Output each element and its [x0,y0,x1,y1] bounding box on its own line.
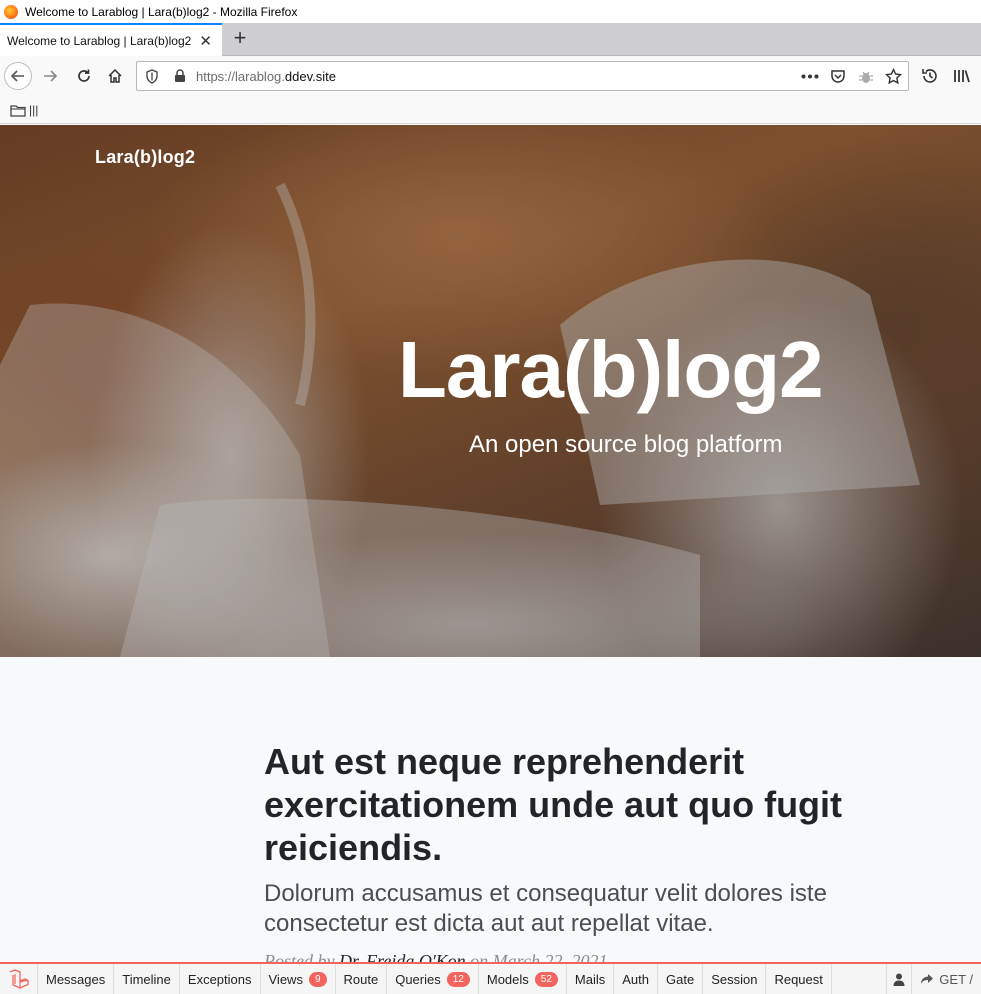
bug-icon[interactable] [858,69,874,85]
hero-title: Lara(b)log2 [398,325,824,414]
forward-button[interactable] [36,62,64,90]
back-button[interactable] [4,62,32,90]
debugbar-right: GET / [886,964,981,994]
tab-strip: Welcome to Larablog | Lara(b)log2 ✕ + [0,23,981,56]
debugbar-tab-label: Request [774,971,823,987]
debugbar-tab-queries[interactable]: Queries 12 [387,964,479,994]
reload-icon [78,69,90,82]
url-prefix: https://larablog. [196,69,285,84]
debugbar-tab-label: Messages [46,971,106,987]
debugbar-tab-label: Route [343,971,379,987]
url-text: https://larablog.ddev.site [196,69,336,84]
post-preview: Aut est neque reprehenderit exercitation… [264,740,934,972]
shield-icon[interactable] [145,69,159,84]
library-icon [954,70,970,83]
close-tab-icon[interactable]: ✕ [199,32,212,50]
active-tab[interactable]: Welcome to Larablog | Lara(b)log2 ✕ [0,23,222,56]
pocket-icon[interactable] [830,69,846,84]
share-arrow-icon [921,974,934,984]
hero-subtitle: An open source blog platform [469,431,783,458]
user-icon[interactable] [886,964,913,994]
count-badge: 52 [534,971,558,987]
new-tab-button[interactable]: + [229,27,251,51]
debugbar-tab-label: Auth [622,971,650,987]
debugbar-tab-exceptions[interactable]: Exceptions [180,964,261,994]
debugbar-tab-label: Models [486,971,529,987]
address-bar[interactable]: https://larablog.ddev.site [136,61,909,91]
laravel-debugbar: Messages Timeline Exceptions Views 9 Rout… [0,962,981,994]
history-icon [922,69,937,83]
laravel-logo-icon[interactable] [0,964,38,994]
debugbar-tab-views[interactable]: Views 9 [261,964,336,994]
window-titlebar: Welcome to Larablog | Lara(b)log2 - Mozi… [0,0,981,23]
debugbar-tab-route[interactable]: Route [336,964,388,994]
debugbar-tab-request[interactable]: Request [766,964,832,994]
arrow-left-icon [10,70,24,82]
debugbar-tab-label: Views [268,971,303,987]
folder-icon[interactable] [10,104,26,117]
firefox-logo-icon [4,4,18,19]
post-subtitle[interactable]: Dolorum accusamus et consequatur velit d… [264,879,934,939]
navigation-toolbar: https://larablog.ddev.site [0,56,981,96]
lock-icon[interactable] [174,69,186,83]
bookmarks-toolbar: ||| [0,96,981,124]
request-method[interactable]: GET / [912,964,981,994]
debugbar-tab-label: Session [711,971,758,987]
star-icon[interactable] [885,68,902,85]
library-button[interactable] [948,62,976,90]
debugbar-tab-gate[interactable]: Gate [658,964,704,994]
count-badge: 9 [308,971,327,987]
reload-button[interactable] [70,62,98,90]
request-method-label: GET / [939,971,973,987]
debugbar-tab-label: Mails [574,971,606,987]
page-actions-icon[interactable] [801,74,819,79]
debugbar-tab-messages[interactable]: Messages [38,964,115,994]
post-title-link[interactable]: Aut est neque reprehenderit exercitation… [264,740,934,869]
url-domain: ddev.site [284,69,336,84]
debugbar-tab-label: Queries [395,971,441,987]
home-icon [108,68,122,83]
debugbar-tab-mails[interactable]: Mails [567,964,615,994]
site-brand-link[interactable]: Lara(b)log2 [95,147,195,168]
home-button[interactable] [101,62,129,90]
window-title: Welcome to Larablog | Lara(b)log2 - Mozi… [25,4,298,19]
debugbar-tab-models[interactable]: Models 52 [479,964,567,994]
tab-title: Welcome to Larablog | Lara(b)log2 [7,33,192,48]
bookmarks-folder-label[interactable]: ||| [29,103,38,117]
debugbar-tab-label: Timeline [122,971,171,987]
arrow-right-icon [44,70,58,82]
debugbar-tab-session[interactable]: Session [703,964,767,994]
hero-header: Lara(b)log2 Lara(b)log2 An open source b… [0,125,981,657]
count-badge: 12 [446,971,470,987]
debugbar-tab-timeline[interactable]: Timeline [114,964,180,994]
debugbar-tab-auth[interactable]: Auth [614,964,659,994]
debugbar-tab-label: Gate [666,971,695,987]
history-button[interactable] [916,62,944,90]
debugbar-tab-label: Exceptions [187,971,252,987]
